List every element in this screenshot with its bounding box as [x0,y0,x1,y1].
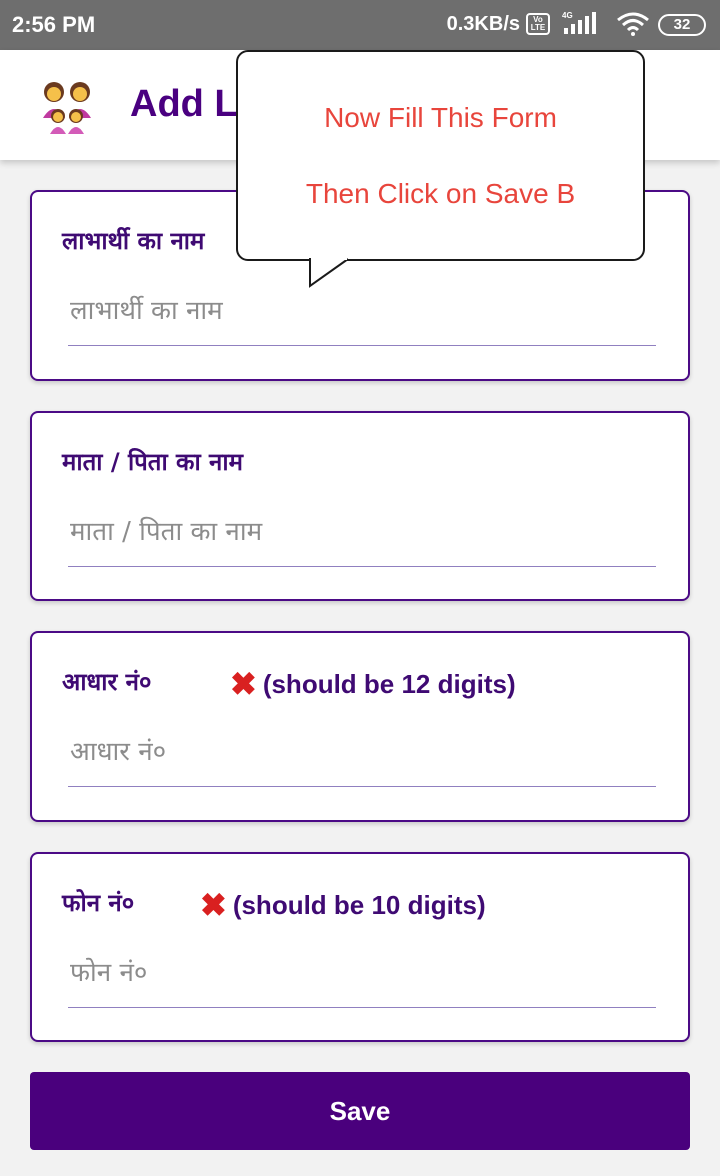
cross-mark-icon: ✖ [230,666,257,702]
battery-icon: 32 [658,14,706,36]
parent-name-label: माता / पिता का नाम [62,448,243,476]
volte-icon: Vo LTE [526,13,550,35]
status-time: 2:56 PM [12,12,96,37]
svg-text:4G: 4G [562,11,573,20]
beneficiary-name-input[interactable] [68,290,656,346]
aadhaar-input[interactable] [68,731,656,787]
tooltip-tail [309,258,349,288]
parent-name-card: माता / पिता का नाम [30,411,690,601]
wifi-icon [617,12,649,36]
parent-name-input[interactable] [68,511,656,567]
beneficiary-name-label: लाभार्थी का नाम [62,227,205,255]
phone-label: फोन नं० [62,889,135,917]
aadhaar-error-text: (should be 12 digits) [262,669,516,699]
save-button[interactable]: Save [30,1072,690,1150]
tooltip-line-2: Then Click on Save B [305,178,576,209]
family-emoji-icon [43,82,91,134]
phone-input[interactable] [68,952,656,1008]
phone-card: फोन नं० ✖ (should be 10 digits) [30,852,690,1042]
tooltip-line-1: Now Fill This Form [324,102,557,133]
phone-error: ✖ (should be 10 digits) [200,886,486,924]
signal-icon: 4G [562,11,596,34]
cross-mark-icon: ✖ [200,887,227,923]
aadhaar-card: आधार नं० ✖ (should be 12 digits) [30,631,690,822]
aadhaar-label: आधार नं० [62,668,152,696]
phone-error-text: (should be 10 digits) [232,890,486,920]
page-title: Add L [130,83,238,125]
status-bar: 2:56 PM 0.3KB/s Vo LTE 4G 32 [0,0,720,50]
aadhaar-error: ✖ (should be 12 digits) [230,665,516,703]
network-speed: 0.3KB/s [446,13,520,35]
tooltip-bubble[interactable]: Now Fill This Form Then Click on Save B [236,50,645,261]
